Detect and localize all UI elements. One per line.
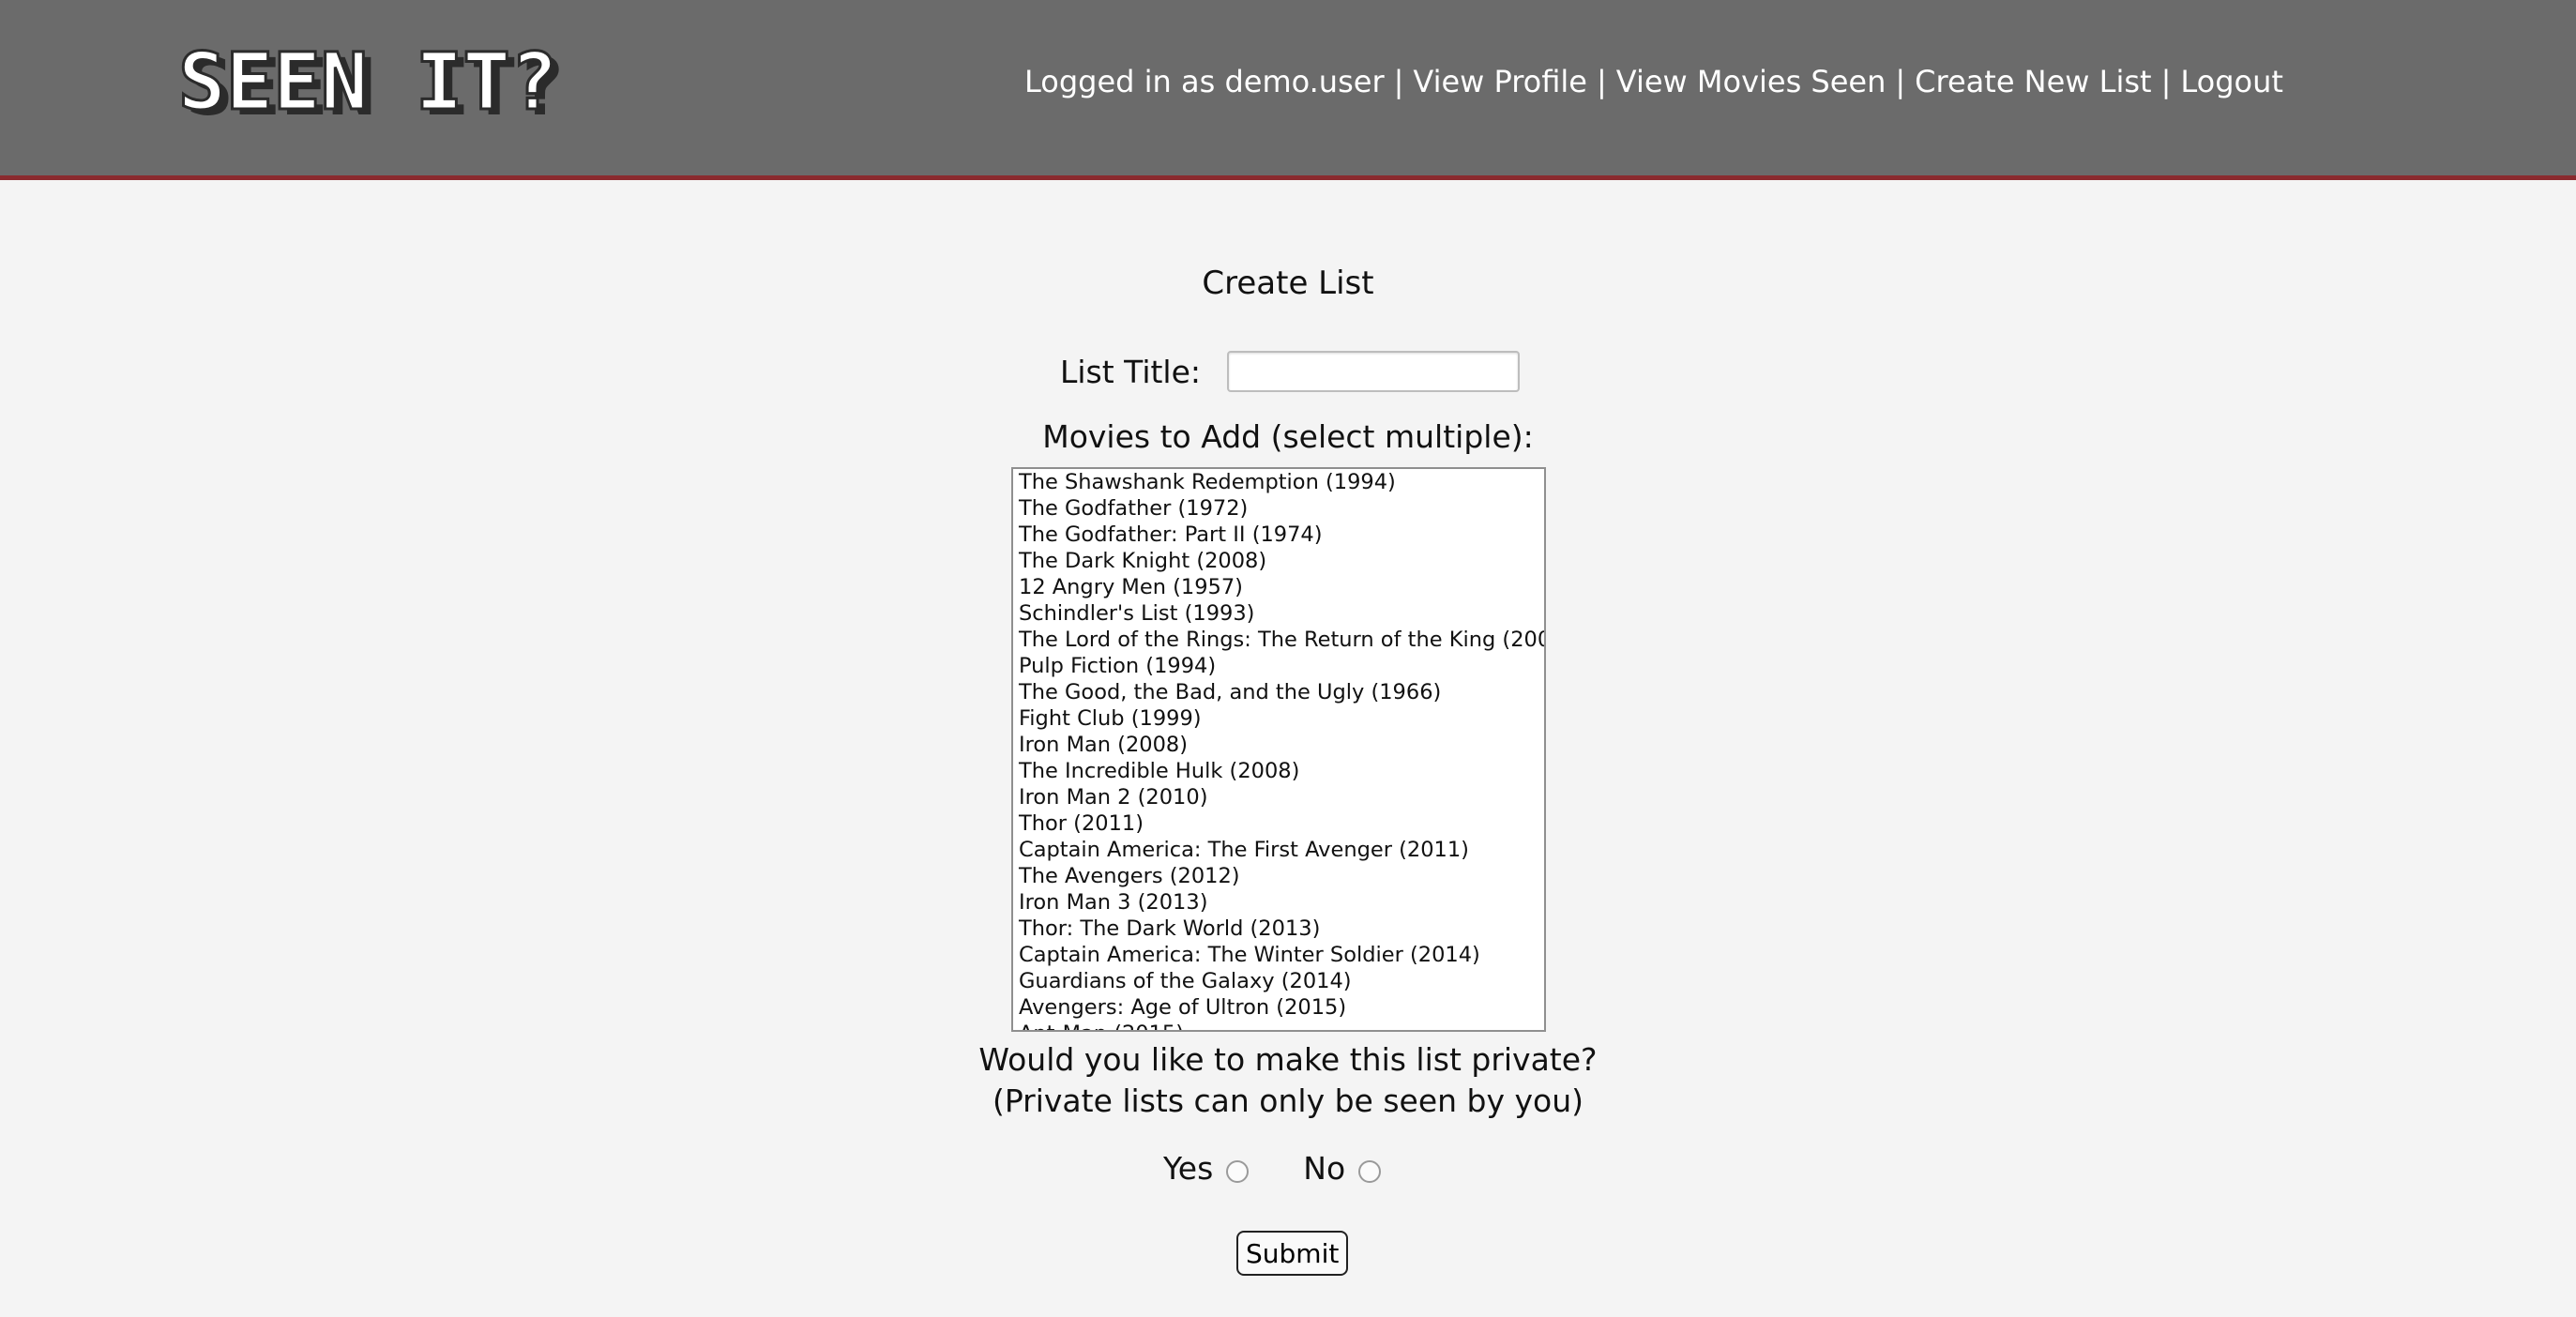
nav-separator: | — [2160, 64, 2172, 99]
private-radio-group: Yes No — [1163, 1150, 1382, 1187]
private-question-line1: Would you like to make this list private… — [978, 1041, 1598, 1078]
movie-option[interactable]: Schindler's List (1993) — [1013, 600, 1544, 627]
movie-option[interactable]: Captain America: The First Avenger (2011… — [1013, 837, 1544, 863]
site-header: SEEN IT? SEEN IT? Logged in as demo.user… — [0, 0, 2576, 180]
logged-in-status: Logged in as demo.user — [1024, 64, 1385, 99]
site-logo[interactable]: SEEN IT? SEEN IT? — [178, 39, 610, 124]
private-question-line2: (Private lists can only be seen by you) — [992, 1082, 1584, 1119]
logo-text: SEEN IT? — [178, 39, 558, 124]
top-nav: Logged in as demo.user | View Profile | View… — [1024, 64, 2283, 99]
list-title-input[interactable] — [1227, 351, 1521, 392]
movie-option[interactable]: Fight Club (1999) — [1013, 705, 1544, 732]
movie-option[interactable]: The Avengers (2012) — [1013, 863, 1544, 889]
movie-option[interactable]: Avengers: Age of Ultron (2015) — [1013, 994, 1544, 1021]
movie-option[interactable]: Ant-Man (2015) — [1013, 1021, 1544, 1030]
list-title-label: List Title: — [1060, 353, 1202, 390]
movie-option[interactable]: The Incredible Hulk (2008) — [1013, 758, 1544, 784]
movie-option[interactable]: The Godfather: Part II (1974) — [1013, 522, 1544, 548]
movie-option[interactable]: 12 Angry Men (1957) — [1013, 574, 1544, 600]
seen-it-logo-graphic: SEEN IT? SEEN IT? — [178, 39, 566, 124]
movie-option[interactable]: Pulp Fiction (1994) — [1013, 653, 1544, 679]
movie-option[interactable]: Iron Man (2008) — [1013, 732, 1544, 758]
private-yes-radio[interactable] — [1226, 1159, 1250, 1183]
movie-option[interactable]: Thor: The Dark World (2013) — [1013, 916, 1544, 942]
movies-to-add-label: Movies to Add (select multiple): — [1042, 418, 1534, 455]
movie-option[interactable]: The Dark Knight (2008) — [1013, 548, 1544, 574]
nav-separator: | — [1895, 64, 1906, 99]
movie-option[interactable]: Thor (2011) — [1013, 810, 1544, 837]
submit-button[interactable]: Submit — [1236, 1231, 1349, 1276]
logout-link[interactable]: Logout — [2180, 64, 2283, 99]
yes-label: Yes — [1163, 1150, 1214, 1187]
movie-option[interactable]: The Shawshank Redemption (1994) — [1013, 469, 1544, 495]
nav-separator: | — [1596, 64, 1607, 99]
create-new-list-link[interactable]: Create New List — [1915, 64, 2151, 99]
private-question: Would you like to make this list private… — [0, 1039, 2576, 1122]
view-movies-seen-link[interactable]: View Movies Seen — [1616, 64, 1887, 99]
private-no-radio[interactable] — [1358, 1159, 1382, 1183]
nav-separator: | — [1393, 64, 1404, 99]
movie-option[interactable]: Iron Man 3 (2013) — [1013, 889, 1544, 916]
movie-option[interactable]: The Lord of the Rings: The Return of the… — [1013, 627, 1544, 653]
movie-option[interactable]: Iron Man 2 (2010) — [1013, 784, 1544, 810]
movie-option[interactable]: The Good, the Bad, and the Ugly (1966) — [1013, 679, 1544, 705]
movie-option[interactable]: Captain America: The Winter Soldier (201… — [1013, 942, 1544, 968]
movie-option[interactable]: The Godfather (1972) — [1013, 495, 1544, 522]
list-title-row: List Title: — [1060, 351, 1521, 392]
no-label: No — [1303, 1150, 1346, 1187]
page-title: Create List — [1202, 265, 1374, 302]
movies-multiselect[interactable]: The Shawshank Redemption (1994) The Godfa… — [1011, 467, 1546, 1032]
view-profile-link[interactable]: View Profile — [1413, 64, 1587, 99]
movie-option[interactable]: Guardians of the Galaxy (2014) — [1013, 968, 1544, 994]
